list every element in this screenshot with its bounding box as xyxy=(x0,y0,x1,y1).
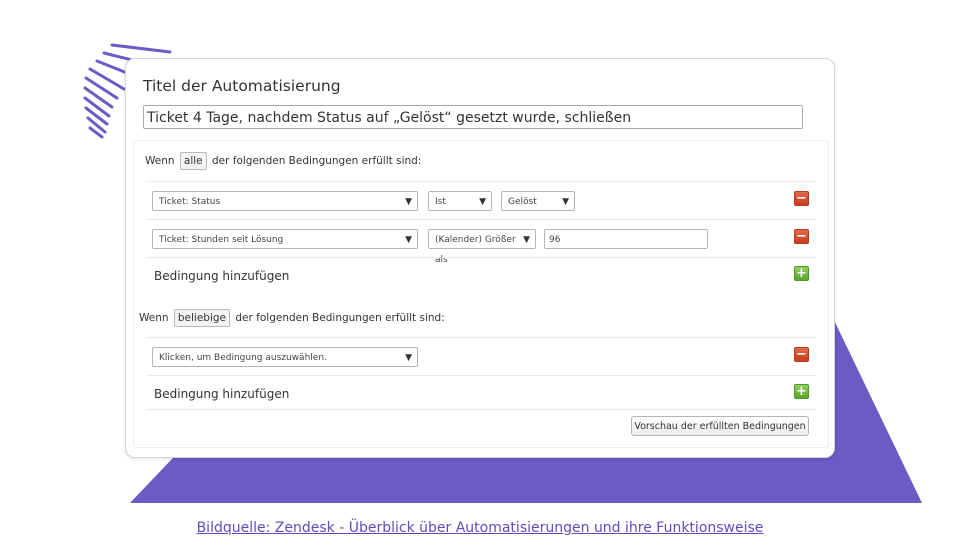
chevron-down-icon: ▼ xyxy=(405,353,412,363)
any-prefix: Wenn xyxy=(139,312,169,324)
minus-icon: − xyxy=(796,347,807,362)
minus-icon: − xyxy=(796,191,807,206)
condition-row: Klicken, um Bedingung auszuwählen. ▼ − xyxy=(146,337,816,376)
conditions-panel: Wenn alle der folgenden Bedingungen erfü… xyxy=(133,140,829,448)
plus-icon: + xyxy=(796,266,807,281)
condition-field-value: Klicken, um Bedingung auszuwählen. xyxy=(159,353,327,363)
any-conditions-header: Wenn beliebige der folgenden Bedingungen… xyxy=(139,309,445,327)
preview-conditions-button[interactable]: Vorschau der erfüllten Bedingungen xyxy=(631,416,809,436)
divider xyxy=(146,409,816,410)
remove-condition-button[interactable]: − xyxy=(794,191,809,206)
chevron-down-icon: ▼ xyxy=(479,197,486,207)
condition-row: Ticket: Status ▼ Ist ▼ Gelöst ▼ − xyxy=(146,181,816,220)
automation-card: Titel der Automatisierung Ticket 4 Tage,… xyxy=(125,58,835,458)
condition-operator-value: Ist xyxy=(435,197,446,207)
chevron-down-icon: ▼ xyxy=(523,235,530,245)
image-source-caption[interactable]: Bildquelle: Zendesk - Überblick über Aut… xyxy=(0,520,960,536)
add-condition-link[interactable]: Bedingung hinzufügen xyxy=(154,387,289,401)
condition-operator-select[interactable]: Ist ▼ xyxy=(428,191,492,211)
plus-icon: + xyxy=(796,384,807,399)
condition-row: Ticket: Stunden seit Lösung ▼ (Kalender)… xyxy=(146,219,816,265)
chevron-down-icon: ▼ xyxy=(405,197,412,207)
condition-operator-select[interactable]: (Kalender) Größer als ▼ xyxy=(428,229,536,265)
any-mode-selector[interactable]: beliebige xyxy=(173,309,231,327)
condition-field-select[interactable]: Ticket: Stunden seit Lösung ▼ xyxy=(152,229,418,249)
add-condition-button[interactable]: + xyxy=(794,266,809,281)
all-mode-selector[interactable]: alle xyxy=(179,152,207,170)
add-condition-row: Bedingung hinzufügen + xyxy=(146,375,816,410)
minus-icon: − xyxy=(796,229,807,244)
condition-value: Gelöst xyxy=(508,197,537,207)
automation-title-input[interactable]: Ticket 4 Tage, nachdem Status auf „Gelös… xyxy=(143,105,803,129)
condition-value-input[interactable]: 96 xyxy=(544,229,708,249)
chevron-down-icon: ▼ xyxy=(562,197,569,207)
automation-title-label: Titel der Automatisierung xyxy=(143,77,341,95)
remove-condition-button[interactable]: − xyxy=(794,229,809,244)
add-condition-link[interactable]: Bedingung hinzufügen xyxy=(154,269,289,283)
condition-field-select[interactable]: Ticket: Status ▼ xyxy=(152,191,418,211)
condition-field-select[interactable]: Klicken, um Bedingung auszuwählen. ▼ xyxy=(152,347,418,367)
remove-condition-button[interactable]: − xyxy=(794,347,809,362)
add-condition-button[interactable]: + xyxy=(794,384,809,399)
add-condition-row: Bedingung hinzufügen + xyxy=(146,257,816,292)
condition-field-value: Ticket: Status xyxy=(159,197,221,207)
all-prefix: Wenn xyxy=(145,155,175,167)
chevron-down-icon: ▼ xyxy=(405,235,412,245)
condition-value-select[interactable]: Gelöst ▼ xyxy=(501,191,575,211)
all-suffix: der folgenden Bedingungen erfüllt sind: xyxy=(211,155,422,167)
condition-field-value: Ticket: Stunden seit Lösung xyxy=(159,235,284,245)
all-conditions-header: Wenn alle der folgenden Bedingungen erfü… xyxy=(145,152,421,170)
any-suffix: der folgenden Bedingungen erfüllt sind: xyxy=(235,312,445,324)
